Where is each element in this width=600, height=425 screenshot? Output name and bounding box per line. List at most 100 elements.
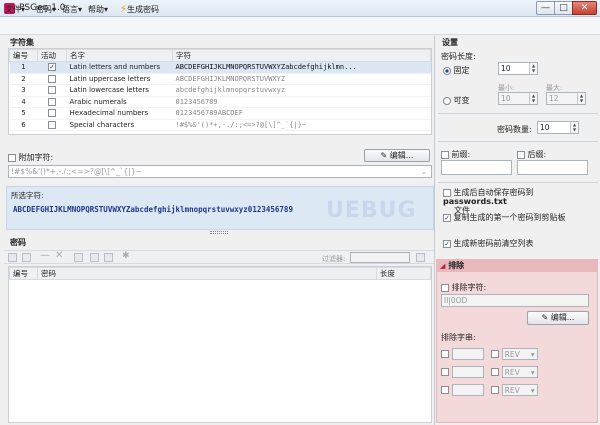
rev-checkbox[interactable] <box>491 386 500 394</box>
menu-bar <box>0 17 600 35</box>
active-checkbox[interactable] <box>48 97 56 106</box>
active-checkbox[interactable] <box>48 120 56 129</box>
col-num[interactable]: 编号 <box>9 49 38 62</box>
exclude-edit-button[interactable]: ✎ 编辑... <box>527 311 589 325</box>
filter-label: 过滤器: <box>322 255 346 263</box>
clear-row: 生成新密码前清空列表 <box>443 238 534 249</box>
max-length-input[interactable]: 12 ▲ ▼ <box>546 92 586 105</box>
star-icon[interactable]: ✱ <box>122 251 130 261</box>
col-name[interactable]: 名字 <box>66 49 173 62</box>
suffix-checkbox[interactable] <box>517 150 525 159</box>
splitter-handle[interactable] <box>210 231 228 234</box>
filter-icon[interactable] <box>416 253 425 262</box>
prefix-input[interactable] <box>441 160 512 175</box>
exclude-string-row-1: REV ▾ <box>441 348 538 360</box>
exclude-string-input[interactable] <box>451 348 484 360</box>
rev-checkbox[interactable] <box>491 350 500 358</box>
prefix-checkbox[interactable] <box>441 150 449 159</box>
exclude-chars-checkbox[interactable] <box>441 283 449 292</box>
exclude-header[interactable]: ◢ 排除 <box>436 259 598 272</box>
passwords-header: 密码 <box>10 238 26 247</box>
exclude-string-input[interactable] <box>451 366 484 378</box>
chevron-down-icon: ▾ <box>78 5 83 14</box>
table-row[interactable]: 6 Special characters !#$%&'()*+,-./:;<=>… <box>9 119 431 131</box>
chevron-down-icon[interactable]: ⌄ <box>421 166 427 177</box>
exclude-chars-row: 排除字符: <box>441 282 486 293</box>
active-checkbox[interactable] <box>48 109 56 118</box>
copy-checkbox[interactable] <box>443 213 451 222</box>
exclude-string-checkbox[interactable] <box>441 386 449 394</box>
count-label: 密码数量: <box>497 125 532 134</box>
exclude-string-input[interactable] <box>451 384 484 396</box>
menu-language[interactable]: 语言▾ <box>62 4 82 15</box>
filter-input[interactable] <box>350 252 410 263</box>
extra-chars-checkbox[interactable] <box>8 153 16 162</box>
remove-icon[interactable]: — <box>40 250 50 261</box>
exclude-string-row-3: REV ▾ <box>441 384 538 396</box>
table-row[interactable]: 1 Latin letters and numbers ABCDEFGHIJKL… <box>9 61 431 74</box>
rev-select[interactable]: REV ▾ <box>501 366 538 378</box>
rev-checkbox[interactable] <box>491 368 500 376</box>
clear-checkbox[interactable] <box>443 239 451 248</box>
table-row[interactable]: 4 Arabic numerals 0123456789 <box>9 96 431 108</box>
rev-select[interactable]: REV ▾ <box>501 384 538 396</box>
copy-icon[interactable] <box>74 253 83 262</box>
grid-icon[interactable] <box>8 253 17 262</box>
active-checkbox[interactable] <box>48 74 56 83</box>
count-input[interactable]: 10 ▲ ▼ <box>537 121 579 134</box>
col-active[interactable]: 活动 <box>37 49 67 62</box>
separator <box>438 182 598 183</box>
suffix-input[interactable] <box>517 160 588 175</box>
watermark: UEBUG <box>326 198 417 223</box>
menu-file[interactable]: 文件▾ <box>5 4 25 15</box>
active-checkbox[interactable] <box>48 86 56 95</box>
table-row[interactable]: 2 Latin uppercase letters ABCDEFGHIJKLMN… <box>9 73 431 85</box>
exclude-strings-label: 排除字串: <box>441 333 476 342</box>
save-icon[interactable] <box>90 253 99 262</box>
copy-row: 复制生成的第一个密码到剪贴板 <box>443 212 566 223</box>
col-num[interactable]: 编号 <box>9 267 38 280</box>
chevron-down-icon: ▾ <box>530 386 535 395</box>
col-chars[interactable]: 字符 <box>172 49 431 62</box>
maximize-button[interactable]: □ <box>554 1 573 15</box>
generate-button[interactable]: ⚡生成密码 <box>116 2 163 16</box>
menu-help[interactable]: 帮助▾ <box>88 4 108 15</box>
table-row[interactable]: 5 Hexadecimal numbers 0123456789ABCDEF <box>9 107 431 120</box>
extra-edit-button[interactable]: ✎ 编辑... <box>364 149 430 162</box>
chevron-down-icon: ▾ <box>530 350 535 359</box>
col-password[interactable]: 密码 <box>37 267 377 280</box>
minimize-button[interactable]: — <box>536 1 555 15</box>
lightning-icon: ⚡ <box>120 4 128 15</box>
password-table: 编号 密码 长度 <box>8 266 432 423</box>
extra-chars-input[interactable]: !#$%&'()*+,-./:;<=>?@[\]^_`{|}~ ⌄ <box>8 165 432 178</box>
close-button[interactable]: ✕ <box>572 1 597 15</box>
exclude-string-checkbox[interactable] <box>441 368 449 376</box>
extra-chars-row: 附加字符: <box>8 152 53 163</box>
autosave-checkbox[interactable] <box>443 188 451 197</box>
separator <box>438 113 598 114</box>
rev-select[interactable]: REV ▾ <box>501 348 538 360</box>
min-length-input[interactable]: 10 ▲ ▼ <box>498 92 538 105</box>
fixed-radio[interactable]: 固定 <box>443 65 470 76</box>
collapse-icon: ◢ <box>440 262 446 270</box>
fixed-length-input[interactable]: 10 ▲ ▼ <box>498 62 538 75</box>
col-length[interactable]: 长度 <box>376 267 431 280</box>
separator <box>438 141 598 142</box>
grid-icon[interactable] <box>22 253 31 262</box>
edit-icon: ✎ <box>541 313 549 322</box>
save-as-icon[interactable] <box>104 253 113 262</box>
exclude-chars-input[interactable]: Il|0OD <box>441 294 589 307</box>
autosave-row: 生成后自动保存密码到 passwords.txt 文件 <box>443 188 534 215</box>
active-checkbox[interactable] <box>48 63 56 72</box>
suffix-row: 后缀: <box>517 149 546 160</box>
settings-header: 设置 <box>442 38 458 47</box>
delete-icon[interactable]: ✕ <box>55 250 63 261</box>
panel-divider[interactable] <box>434 36 435 425</box>
menu-password[interactable]: 密码▾ <box>36 4 56 15</box>
variable-radio[interactable]: 可变 <box>443 95 470 106</box>
exclude-string-checkbox[interactable] <box>441 350 449 358</box>
table-row[interactable]: 3 Latin lowercase letters abcdefghijklmn… <box>9 84 431 97</box>
prefix-row: 前缀: <box>441 149 470 160</box>
exclude-string-row-2: REV ▾ <box>441 366 538 378</box>
charset-table: 编号 活动 名字 字符 1 Latin letters and numbers … <box>8 48 432 135</box>
